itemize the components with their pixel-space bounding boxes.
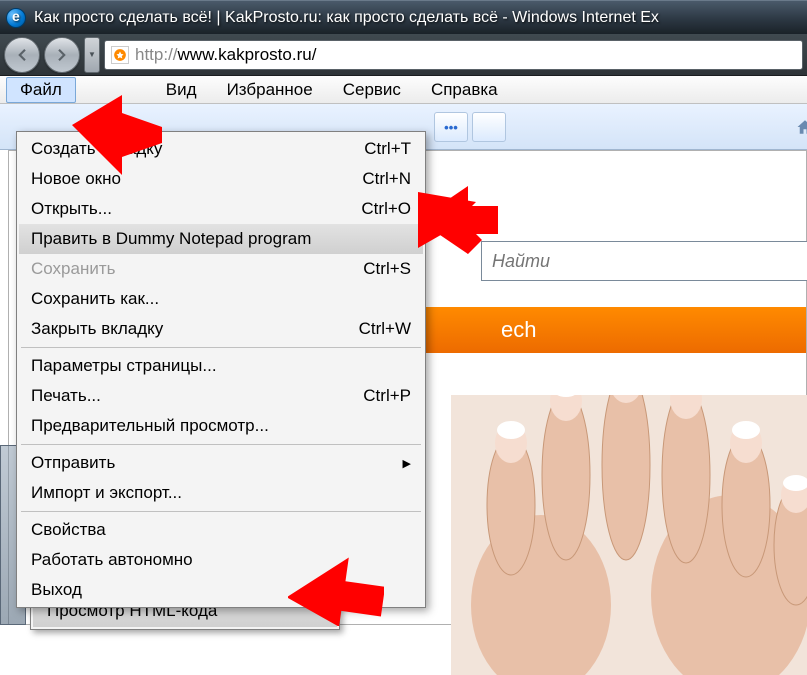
file-menu-item[interactable]: Импорт и экспорт... [19, 478, 423, 508]
annotation-arrow-2 [418, 180, 498, 260]
home-icon [796, 118, 807, 136]
menu-item-shortcut: Ctrl+W [359, 319, 411, 339]
toolbar-button-b[interactable] [472, 112, 506, 142]
article-image [451, 395, 807, 675]
menu-favorites[interactable]: Избранное [213, 77, 327, 103]
site-search-box[interactable] [481, 241, 807, 281]
menu-tools[interactable]: Сервис [329, 77, 415, 103]
address-bar[interactable]: http://www.kakprosto.ru/ [104, 40, 803, 70]
menu-item-shortcut: Ctrl+T [364, 139, 411, 159]
url-protocol: http:// [135, 45, 178, 64]
menu-item-label: Печать... [31, 386, 363, 406]
menu-item-label: Сохранить [31, 259, 363, 279]
menu-item-label: Импорт и экспорт... [31, 483, 411, 503]
arrow-right-icon [53, 46, 71, 64]
menu-file[interactable]: Файл [6, 77, 76, 103]
annotation-arrow-1 [72, 95, 162, 175]
nav-history-dropdown[interactable]: ▼ [84, 37, 100, 73]
file-menu-dropdown: Создать вкладкуCtrl+TНовое окноCtrl+NОтк… [16, 131, 426, 608]
arrow-left-icon [13, 46, 31, 64]
toolbar-button-a[interactable]: ••• [434, 112, 468, 142]
menu-item-shortcut: Ctrl+N [362, 169, 411, 189]
file-menu-item[interactable]: Править в Dummy Notepad program [19, 224, 423, 254]
window-titlebar: Как просто сделать всё! | KakProsto.ru: … [0, 0, 807, 34]
menu-item-shortcut: Ctrl+P [363, 386, 411, 406]
menu-help[interactable]: Справка [417, 77, 512, 103]
menu-item-shortcut: Ctrl+S [363, 259, 411, 279]
menu-separator [21, 444, 421, 445]
file-menu-item[interactable]: Сохранить как... [19, 284, 423, 314]
menu-separator [21, 347, 421, 348]
file-menu-item[interactable]: Параметры страницы... [19, 351, 423, 381]
menu-item-label: Открыть... [31, 199, 361, 219]
menu-item-label: Отправить [31, 453, 403, 473]
file-menu-item[interactable]: Открыть...Ctrl+O [19, 194, 423, 224]
search-input[interactable] [492, 251, 800, 272]
forward-button[interactable] [44, 37, 80, 73]
file-menu-item[interactable]: Отправить▶ [19, 448, 423, 478]
site-favicon [111, 46, 129, 64]
file-menu-item[interactable]: Закрыть вкладкуCtrl+W [19, 314, 423, 344]
url-text[interactable]: http://www.kakprosto.ru/ [135, 45, 796, 65]
navigation-bar: ▼ http://www.kakprosto.ru/ [0, 34, 807, 76]
menu-item-shortcut: Ctrl+O [361, 199, 411, 219]
submenu-arrow-icon: ▶ [403, 457, 411, 470]
menu-item-label: Предварительный просмотр... [31, 416, 411, 436]
menu-item-label: Править в Dummy Notepad program [31, 229, 411, 249]
menu-item-label: Свойства [31, 520, 411, 540]
file-menu-item[interactable]: Печать...Ctrl+P [19, 381, 423, 411]
menu-item-label: Закрыть вкладку [31, 319, 359, 339]
file-menu-item: СохранитьCtrl+S [19, 254, 423, 284]
menu-separator [21, 511, 421, 512]
ie-icon [6, 8, 26, 28]
home-button[interactable] [788, 112, 807, 142]
back-button[interactable] [4, 37, 40, 73]
annotation-arrow-3 [288, 556, 384, 626]
file-menu-item[interactable]: Свойства [19, 515, 423, 545]
menu-item-label: Сохранить как... [31, 289, 411, 309]
window-title: Как просто сделать всё! | KakProsto.ru: … [34, 9, 659, 27]
menu-item-label: Параметры страницы... [31, 356, 411, 376]
url-rest: www.kakprosto.ru/ [178, 45, 317, 64]
dots-icon: ••• [444, 120, 458, 135]
file-menu-item[interactable]: Предварительный просмотр... [19, 411, 423, 441]
nav-fragment: ech [501, 317, 536, 343]
